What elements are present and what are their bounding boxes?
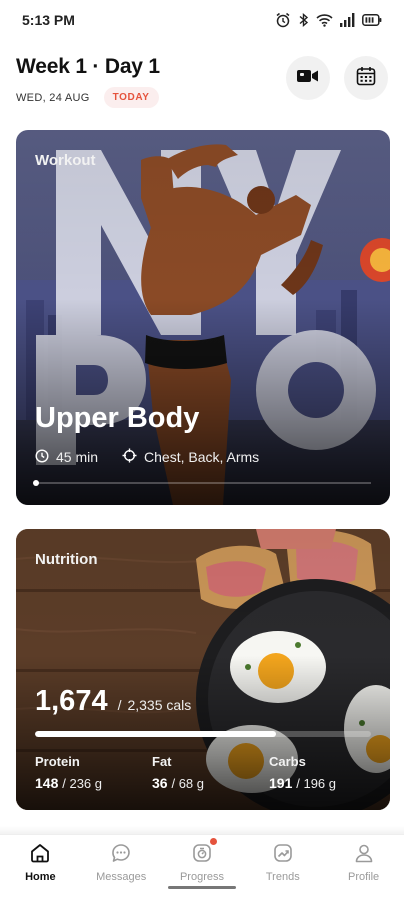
muscles-meta: Chest, Back, Arms [122, 448, 259, 466]
status-icons [275, 12, 382, 28]
chat-bubble-icon [110, 841, 132, 865]
calories-goal: 2,335 cals [127, 697, 192, 713]
macro-value: 36 / 68 g [152, 775, 269, 791]
macros-row: Protein 148 / 236 g Fat 36 / 68 g Carbs … [35, 754, 386, 791]
home-indicator [168, 886, 236, 889]
workout-meta: 45 min Chest, Back, Arms [35, 448, 259, 466]
macro-carbs: Carbs 191 / 196 g [269, 754, 386, 791]
calendar-icon [356, 66, 376, 91]
home-icon [29, 841, 51, 865]
nav-label: Progress [179, 871, 224, 883]
clock-icon [35, 448, 49, 466]
status-bar: 5:13 PM [0, 0, 404, 40]
calorie-progress-fill [35, 731, 276, 737]
workout-duration: 45 min [56, 449, 99, 465]
progress-icon [191, 838, 217, 865]
notification-dot [209, 838, 217, 845]
alarm-icon [275, 12, 291, 28]
macro-protein: Protein 148 / 236 g [35, 754, 152, 791]
header: Week 1 · Day 1 WED, 24 AUG TODAY [16, 52, 388, 112]
workout-card-label: Workout [35, 152, 96, 169]
trend-chart-icon [272, 841, 294, 865]
calorie-progress-bar [35, 731, 371, 737]
workout-title: Upper Body [35, 402, 200, 434]
calories-consumed: 1,674 [35, 685, 108, 717]
nav-item-messages[interactable]: Messages [81, 835, 162, 900]
workout-progress-indicator [33, 480, 39, 486]
macro-name: Carbs [269, 754, 306, 769]
battery-icon [362, 13, 382, 27]
calorie-summary: 1,674 / 2,335 cals [35, 685, 191, 718]
nav-label: Profile [347, 871, 380, 883]
workout-card[interactable]: Workout Upper Body 45 min Chest, Back, A… [16, 130, 390, 505]
status-time: 5:13 PM [22, 12, 75, 28]
workout-progress-bar [33, 480, 371, 486]
nav-item-profile[interactable]: Profile [323, 835, 404, 900]
bottom-nav: Home Messages Progress Trends Profile [0, 834, 404, 900]
signal-icon [340, 13, 355, 27]
video-camera-icon [297, 69, 319, 88]
macro-name: Protein [35, 754, 80, 769]
nav-item-progress[interactable]: Progress [162, 835, 243, 900]
workout-muscles: Chest, Back, Arms [144, 449, 260, 465]
macro-name: Fat [152, 754, 172, 769]
target-icon [122, 448, 137, 466]
duration-meta: 45 min [35, 448, 99, 466]
nav-item-trends[interactable]: Trends [242, 835, 323, 900]
macro-amount: 36 [152, 775, 168, 791]
macro-fat: Fat 36 / 68 g [152, 754, 269, 791]
wifi-icon [316, 13, 333, 27]
nav-item-home[interactable]: Home [0, 835, 81, 900]
macro-amount: 148 [35, 775, 59, 791]
nav-label: Trends [265, 871, 300, 883]
today-badge: TODAY [103, 87, 159, 108]
macro-goal: / 236 g [62, 776, 103, 791]
nutrition-card[interactable]: Nutrition 1,674 / 2,335 cals Protein 148… [16, 529, 390, 810]
macro-amount: 191 [269, 775, 293, 791]
date-row: WED, 24 AUG TODAY [16, 87, 159, 108]
macro-value: 148 / 236 g [35, 775, 152, 791]
calendar-button[interactable] [344, 56, 388, 100]
video-button[interactable] [286, 56, 330, 100]
macro-goal: / 196 g [296, 776, 337, 791]
nav-label: Home [25, 871, 56, 883]
calories-separator: / [117, 697, 122, 713]
nutrition-card-label: Nutrition [35, 551, 98, 568]
page-title: Week 1 · Day 1 [16, 55, 160, 78]
nav-label: Messages [96, 871, 147, 883]
date-label: WED, 24 AUG [16, 91, 90, 104]
macro-value: 191 / 196 g [269, 775, 386, 791]
person-icon [353, 841, 375, 865]
macro-goal: / 68 g [171, 776, 204, 791]
bluetooth-icon [298, 12, 309, 28]
nav-shadow [0, 826, 404, 834]
